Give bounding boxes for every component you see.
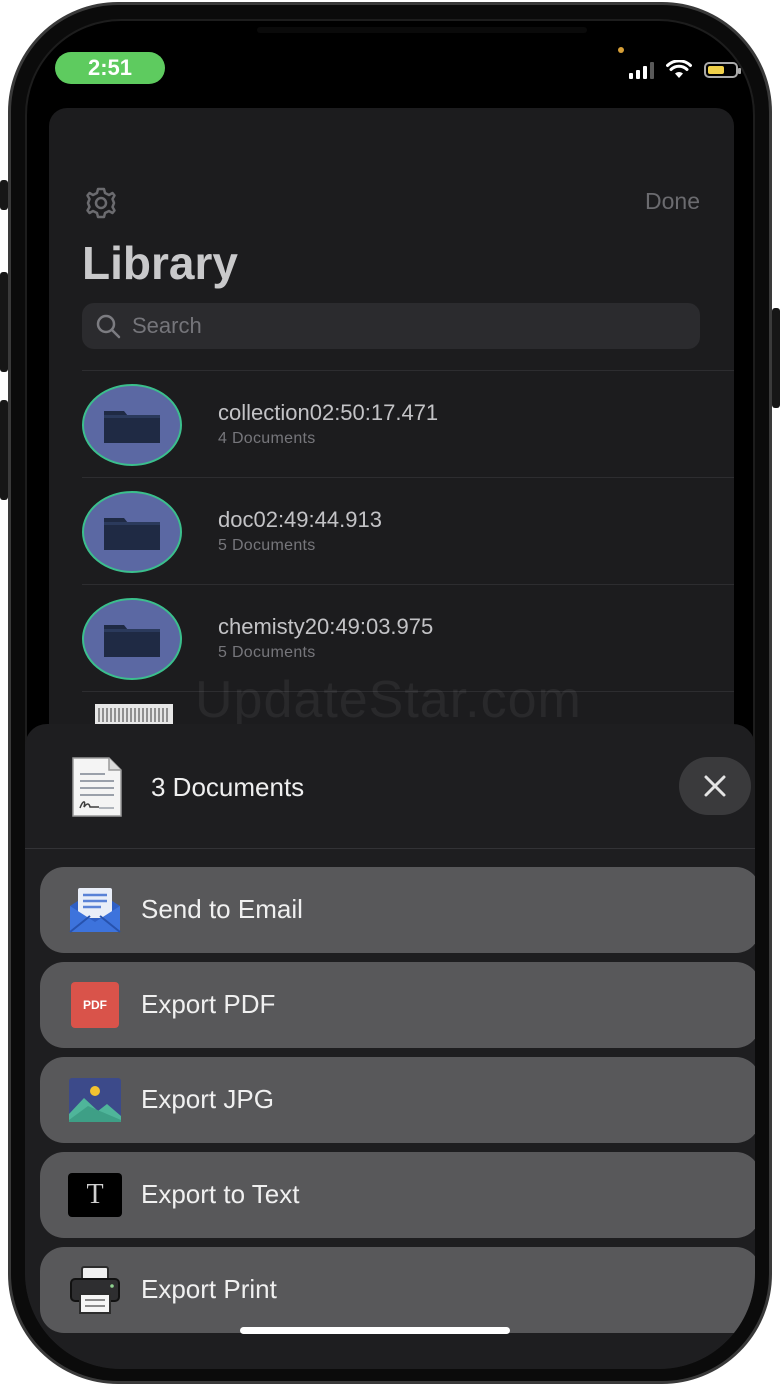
export-pdf-button[interactable]: PDF Export PDF [40, 962, 755, 1048]
status-time: 2:51 [55, 52, 165, 84]
pdf-icon: PDF [68, 979, 122, 1031]
export-pdf-label: Export PDF [141, 989, 276, 1019]
power-button [772, 308, 780, 408]
document-icon [72, 757, 122, 817]
sheet-divider [25, 848, 755, 849]
library-panel: Done Library collection02:50:17.471 4 Do… [49, 108, 734, 748]
cellular-signal-icon [629, 61, 654, 79]
list-item-title: chemisty20:49:03.975 [218, 614, 434, 639]
close-icon [704, 775, 726, 797]
search-bar[interactable] [82, 303, 700, 349]
wifi-icon [666, 60, 692, 78]
export-jpg-label: Export JPG [141, 1084, 274, 1114]
camera-indicator [618, 47, 624, 53]
list-item-title: collection02:50:17.471 [218, 400, 439, 425]
folder-icon [82, 384, 182, 466]
list-item-title: doc02:49:44.913 [218, 507, 382, 532]
text-glyph: T [68, 1173, 122, 1217]
folder-icon [82, 598, 182, 680]
export-to-text-button[interactable]: T Export to Text [40, 1152, 755, 1238]
list-divider [82, 584, 734, 585]
list-item-count: 4 Documents [218, 430, 316, 447]
mute-switch [0, 180, 8, 210]
printer-icon [70, 1266, 120, 1314]
export-print-label: Export Print [141, 1274, 277, 1304]
send-to-email-button[interactable]: Send to Email [40, 867, 755, 953]
done-button[interactable]: Done [645, 188, 700, 215]
volume-up-button [0, 272, 8, 372]
image-icon [69, 1078, 121, 1122]
document-thumbnail[interactable] [95, 704, 173, 724]
watermark: UpdateStar.com [195, 671, 582, 729]
folder-icon [82, 491, 182, 573]
speaker-grille [257, 27, 587, 33]
settings-gear-icon[interactable] [83, 185, 119, 221]
volume-down-button [0, 400, 8, 500]
export-print-button[interactable]: Export Print [40, 1247, 755, 1333]
battery-icon [704, 62, 741, 78]
close-button[interactable] [679, 757, 751, 815]
email-icon [69, 888, 121, 933]
list-item-count: 5 Documents [218, 644, 316, 661]
list-item-count: 5 Documents [218, 537, 316, 554]
send-to-email-label: Send to Email [141, 894, 303, 924]
page-title: Library [82, 237, 238, 289]
sheet-title: 3 Documents [151, 772, 305, 802]
list-divider [82, 477, 734, 478]
pdf-badge: PDF [71, 982, 119, 1028]
search-input[interactable] [130, 312, 674, 340]
export-jpg-button[interactable]: Export JPG [40, 1057, 755, 1143]
home-indicator[interactable] [240, 1327, 510, 1334]
list-item[interactable]: collection02:50:17.471 4 Documents [82, 372, 734, 478]
status-icons [629, 60, 741, 80]
text-icon: T [68, 1169, 122, 1221]
search-icon [96, 314, 121, 339]
export-to-text-label: Export to Text [141, 1179, 300, 1209]
list-item[interactable]: doc02:49:44.913 5 Documents [82, 479, 734, 585]
list-divider [82, 370, 734, 371]
share-sheet: 3 Documents Send to Email PDF Export PDF… [25, 724, 755, 1369]
